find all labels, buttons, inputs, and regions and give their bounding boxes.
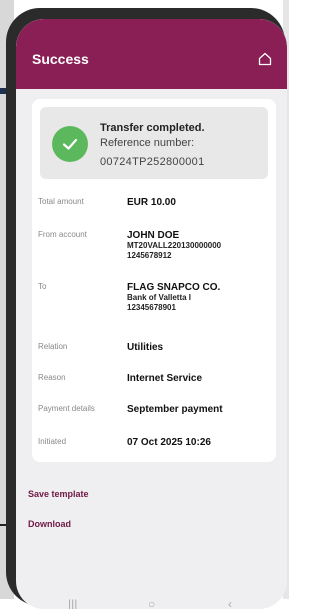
to-label: To bbox=[38, 282, 47, 291]
reference-number: 00724TP252800001 bbox=[100, 156, 205, 168]
to-bank: Bank of Valletta I bbox=[127, 293, 192, 302]
from-account-label: From account bbox=[38, 230, 87, 239]
total-amount-label: Total amount bbox=[38, 197, 84, 206]
initiated-value: 07 Oct 2025 10:26 bbox=[127, 437, 211, 448]
system-navbar: ||| ○ ‹ bbox=[16, 593, 287, 609]
from-account-iban: MT20VALL220130000000 bbox=[127, 241, 222, 250]
page-title: Success bbox=[32, 51, 89, 67]
from-account-name: JOHN DOE bbox=[127, 230, 180, 241]
relation-label: Relation bbox=[38, 342, 68, 351]
reason-value: Internet Service bbox=[127, 373, 203, 384]
phone-screen: Success Transfer completed. Reference nu… bbox=[16, 19, 287, 609]
to-account: 12345678901 bbox=[127, 303, 176, 312]
reference-label: Reference number: bbox=[100, 137, 195, 149]
from-account-number: 1245678912 bbox=[127, 251, 172, 260]
app-header: Success bbox=[16, 19, 287, 89]
download-link[interactable]: Download bbox=[28, 519, 71, 529]
total-amount-value: EUR 10.00 bbox=[127, 197, 176, 208]
phone-frame: Success Transfer completed. Reference nu… bbox=[6, 8, 287, 609]
reason-label: Reason bbox=[38, 373, 66, 382]
relation-value: Utilities bbox=[127, 342, 164, 353]
payment-details-label: Payment details bbox=[38, 404, 95, 413]
checkmark-icon bbox=[52, 126, 88, 162]
home-icon[interactable] bbox=[257, 51, 273, 67]
to-name: FLAG SNAPCO CO. bbox=[127, 282, 221, 293]
success-banner: Transfer completed. Reference number: 00… bbox=[40, 107, 268, 179]
status-title: Transfer completed. bbox=[100, 122, 205, 134]
transfer-details-card: Transfer completed. Reference number: 00… bbox=[32, 99, 276, 462]
save-template-link[interactable]: Save template bbox=[28, 489, 89, 499]
payment-details-value: September payment bbox=[127, 404, 223, 415]
initiated-label: Initiated bbox=[38, 437, 67, 446]
